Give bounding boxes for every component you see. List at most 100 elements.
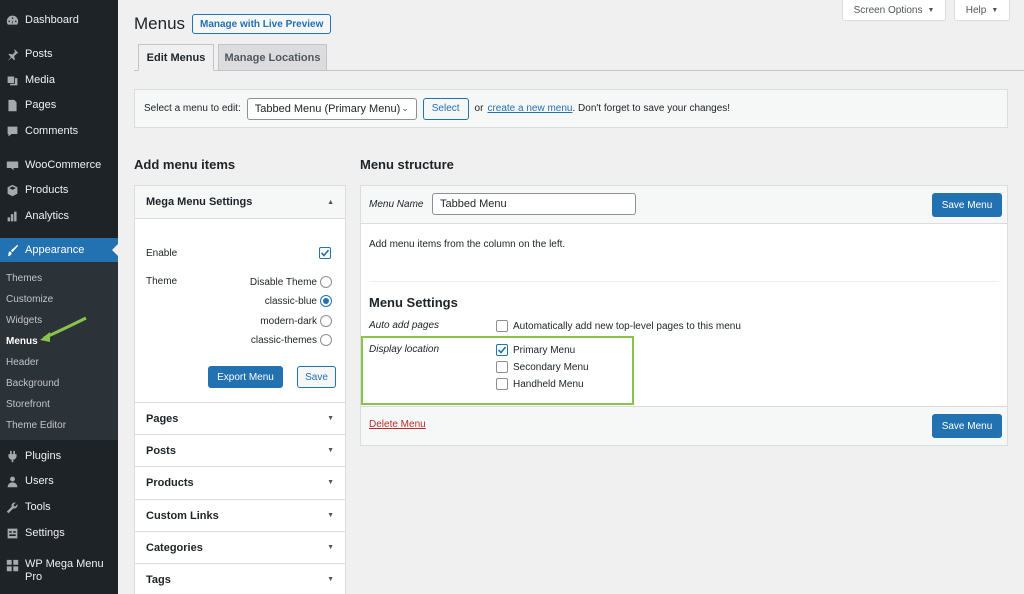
sidebar-item-users[interactable]: Users [0, 469, 118, 493]
chevron-down-icon: ⌄ [401, 102, 409, 113]
or-text: or [474, 103, 484, 114]
theme-option-label: classic-blue [264, 296, 317, 307]
checkmark-icon [320, 249, 330, 257]
accordion-pages[interactable]: Pages ▼ [135, 402, 345, 434]
sidebar-item-analytics[interactable]: Analytics [0, 204, 118, 228]
caret-down-icon: ▼ [927, 6, 935, 14]
menu-name-label: Menu Name [369, 199, 424, 210]
sidebar-item-products[interactable]: Products [0, 178, 118, 202]
accordion-label: Categories [146, 541, 203, 554]
theme-label: Theme [146, 276, 178, 287]
sidebar-item-label: Plugins [25, 450, 62, 462]
save-menu-button-top[interactable]: Save Menu [932, 193, 1002, 217]
submenu-item-menus[interactable]: Menus [6, 336, 38, 347]
submenu-item-storefront[interactable]: Storefront [6, 399, 50, 410]
sidebar-item-woocommerce[interactable]: WooCommerce [0, 153, 118, 177]
primary-menu-checkbox[interactable] [496, 344, 508, 356]
accordion-custom-links[interactable]: Custom Links ▼ [135, 499, 345, 531]
accordion-label: Products [146, 476, 194, 489]
submenu-item-theme-editor[interactable]: Theme Editor [6, 420, 66, 431]
auto-add-pages-text: Automatically add new top-level pages to… [513, 321, 741, 332]
sidebar-item-media[interactable]: Media [0, 68, 118, 92]
manage-live-preview-button[interactable]: Manage with Live Preview [192, 14, 332, 34]
wrench-icon [5, 500, 19, 514]
grid-icon [5, 558, 19, 572]
sidebar-item-label: WooCommerce [25, 159, 102, 171]
bar-chart-icon [5, 209, 19, 223]
brush-icon [5, 243, 19, 257]
accordion-products[interactable]: Products ▼ [135, 466, 345, 498]
auto-add-pages-label: Auto add pages [369, 320, 440, 331]
save-menu-button-bottom[interactable]: Save Menu [932, 414, 1002, 438]
sidebar-item-label: Posts [25, 48, 53, 60]
menu-structure-heading: Menu structure [360, 157, 454, 172]
sidebar-item-posts[interactable]: Posts [0, 42, 118, 66]
export-menu-button[interactable]: Export Menu [208, 366, 283, 388]
sidebar-item-label: Appearance [25, 244, 85, 256]
sidebar-item-label: Comments [25, 125, 79, 137]
sidebar-item-label: Pages [25, 99, 57, 111]
sidebar-item-label: Users [25, 475, 54, 487]
caret-down-icon: ▼ [327, 479, 334, 486]
mega-menu-settings-header[interactable]: Mega Menu Settings ▲ [135, 186, 345, 219]
admin-sidebar: Dashboard Posts Media Pages Comments Woo… [0, 0, 118, 594]
accordion-label: Pages [146, 412, 179, 425]
delete-menu-link[interactable]: Delete Menu [369, 419, 426, 430]
media-icon [5, 73, 19, 87]
caret-down-icon: ▼ [991, 6, 999, 14]
menu-select-value: Tabbed Menu (Primary Menu) [254, 102, 401, 115]
secondary-menu-checkbox[interactable] [496, 361, 508, 373]
auto-add-pages-checkbox[interactable] [496, 320, 508, 332]
caret-down-icon: ▼ [327, 415, 334, 422]
add-menu-items-panel: Mega Menu Settings ▲ Enable Theme Disabl… [134, 185, 346, 594]
sidebar-item-dashboard[interactable]: Dashboard [0, 8, 118, 32]
theme-radio-classic-blue[interactable] [320, 295, 332, 307]
location-label: Primary Menu [513, 345, 576, 356]
accordion-posts[interactable]: Posts ▼ [135, 434, 345, 466]
sidebar-item-wp-mega-menu[interactable]: WP Mega Menu Pro [0, 558, 118, 588]
instructions-text: Add menu items from the column on the le… [369, 239, 566, 250]
section-divider [369, 281, 999, 282]
sidebar-item-tools[interactable]: Tools [0, 495, 118, 519]
save-reminder-text: . Don't forget to save your changes! [572, 103, 731, 114]
submenu-item-themes[interactable]: Themes [6, 273, 42, 284]
create-new-menu-link[interactable]: create a new menu [487, 103, 572, 114]
theme-option-label: Disable Theme [249, 277, 317, 288]
sidebar-item-label: Products [25, 184, 69, 196]
menu-name-input[interactable]: Tabbed Menu [432, 193, 636, 215]
mega-menu-settings-title: Mega Menu Settings [146, 196, 253, 208]
submenu-item-background[interactable]: Background [6, 378, 59, 389]
screen-options-button[interactable]: Screen Options ▼ [842, 0, 946, 21]
theme-radio-classic-themes[interactable] [320, 334, 332, 346]
tab-manage-locations[interactable]: Manage Locations [218, 44, 327, 71]
mega-save-button[interactable]: Save [297, 366, 336, 388]
theme-radio-modern-dark[interactable] [320, 315, 332, 327]
location-label: Handheld Menu [513, 379, 584, 390]
menu-select-dropdown[interactable]: Tabbed Menu (Primary Menu) ⌄ [246, 97, 417, 120]
location-label: Secondary Menu [513, 362, 589, 373]
sliders-icon [5, 526, 19, 540]
accordion-categories[interactable]: Categories ▼ [135, 531, 345, 563]
submenu-item-customize[interactable]: Customize [6, 294, 53, 305]
menu-name-value: Tabbed Menu [440, 198, 507, 210]
submenu-item-header[interactable]: Header [6, 357, 39, 368]
sidebar-item-settings[interactable]: Settings [0, 521, 118, 545]
tab-edit-menus[interactable]: Edit Menus [138, 44, 214, 71]
enable-checkbox[interactable] [319, 247, 331, 259]
help-button[interactable]: Help ▼ [954, 0, 1010, 21]
add-menu-items-heading: Add menu items [134, 157, 236, 172]
screen-options-label: Screen Options [853, 4, 923, 16]
select-button[interactable]: Select [422, 97, 469, 120]
caret-down-icon: ▼ [327, 576, 334, 583]
accordion-tags[interactable]: Tags ▼ [135, 563, 345, 594]
plug-icon [5, 449, 19, 463]
sidebar-item-label: Settings [25, 527, 65, 539]
sidebar-item-appearance[interactable]: Appearance [0, 238, 118, 262]
theme-radio-disable-theme[interactable] [320, 276, 332, 288]
sidebar-item-plugins[interactable]: Plugins [0, 444, 118, 468]
handheld-menu-checkbox[interactable] [496, 378, 508, 390]
sidebar-item-label-line2: Pro [25, 571, 43, 583]
page-icon [5, 98, 19, 112]
sidebar-item-comments[interactable]: Comments [0, 119, 118, 143]
sidebar-item-pages[interactable]: Pages [0, 93, 118, 117]
